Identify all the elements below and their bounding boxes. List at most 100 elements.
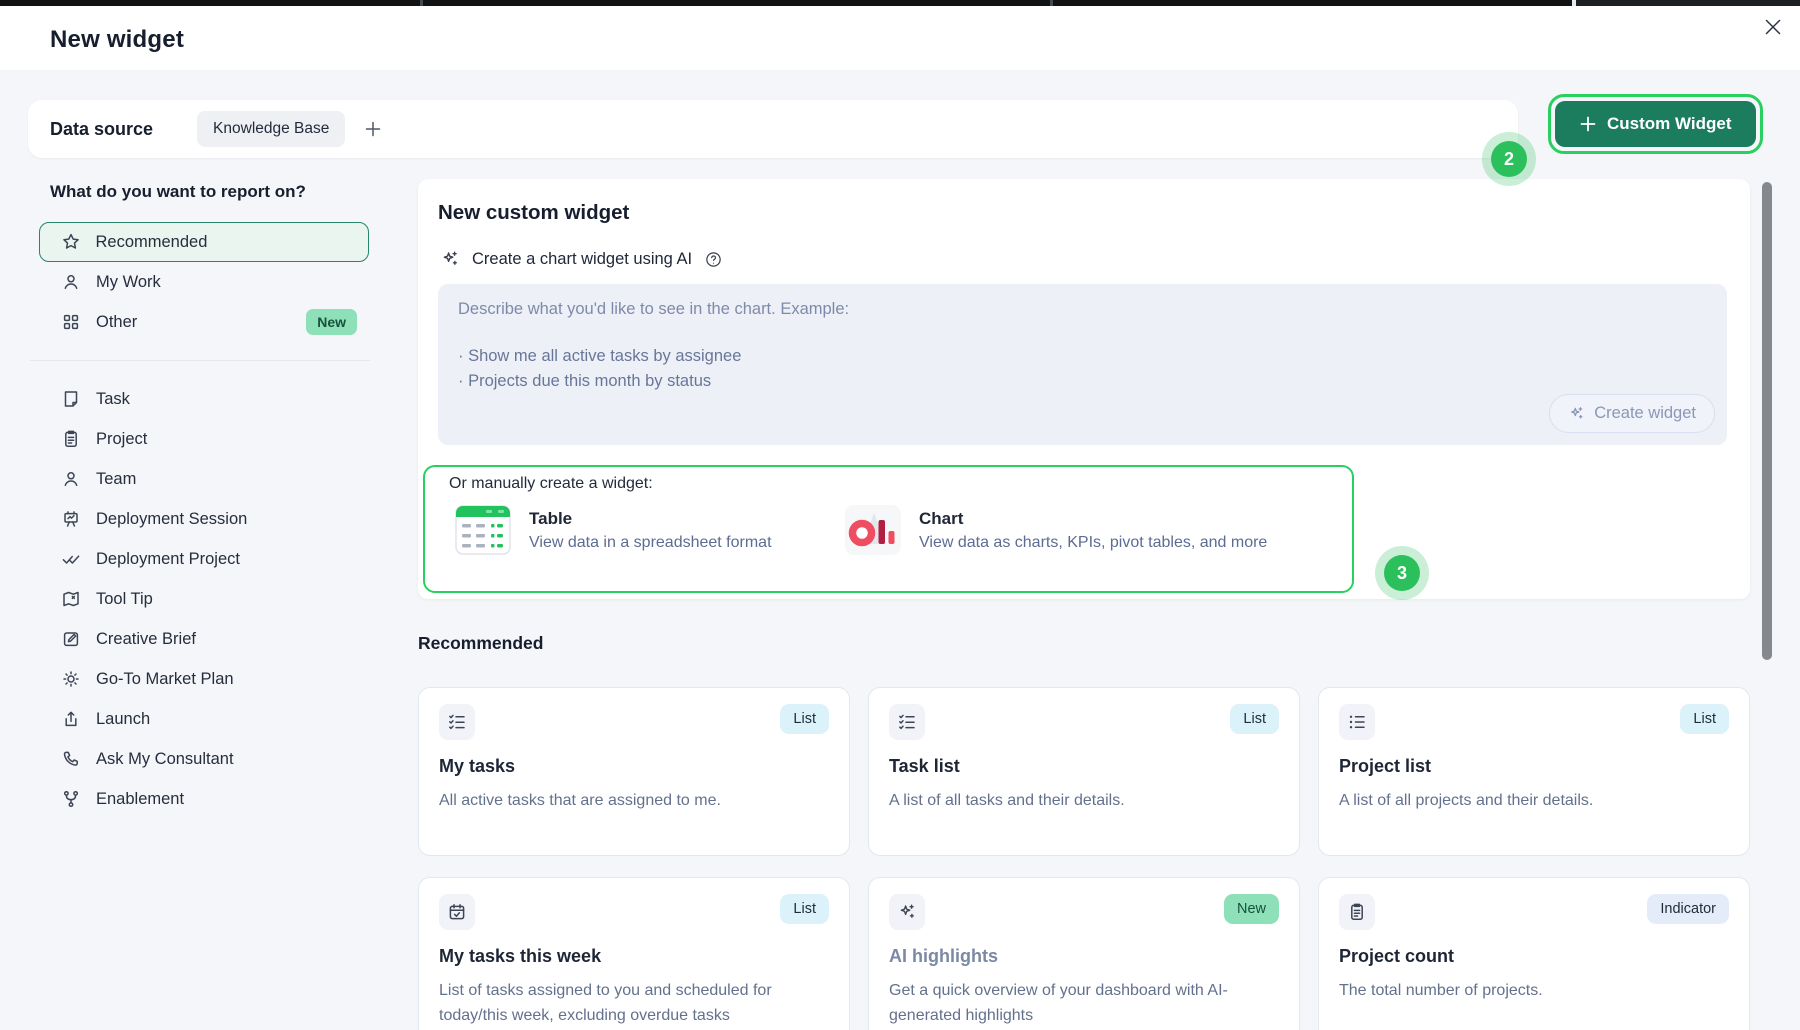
clipboard-icon — [61, 429, 81, 449]
custom-widget-button[interactable]: Custom Widget — [1555, 101, 1756, 147]
annotation-step-badge-3: 3 — [1384, 555, 1420, 591]
sidebar-item-my-work[interactable]: My Work — [39, 262, 369, 302]
table-widget-option[interactable]: Table View data in a spreadsheet format — [455, 505, 772, 555]
sidebar-item-label: Task — [96, 390, 130, 409]
card-title: Project list — [1339, 756, 1729, 777]
sidebar-item-task[interactable]: Task — [39, 379, 369, 419]
new-badge: New — [306, 309, 357, 335]
checklist-icon — [889, 704, 925, 740]
sidebar-item-label: Deployment Session — [96, 510, 247, 529]
sidebar-item-ask-my-consultant[interactable]: Ask My Consultant — [39, 739, 369, 779]
scrollbar-thumb[interactable] — [1762, 182, 1772, 660]
sparkles-icon — [1568, 405, 1585, 422]
sidebar-item-creative-brief[interactable]: Creative Brief — [39, 619, 369, 659]
ai-prompt-examples: · Show me all active tasks by assignee ·… — [458, 344, 1707, 394]
card-title: Project count — [1339, 946, 1729, 967]
sparkles-icon — [440, 249, 460, 269]
help-icon[interactable] — [704, 250, 723, 269]
chart-option-description: View data as charts, KPIs, pivot tables,… — [919, 534, 1267, 552]
sidebar-item-enablement[interactable]: Enablement — [39, 779, 369, 819]
report-type-list: Recommended My Work Other New — [39, 222, 369, 819]
page-title: New widget — [50, 26, 184, 54]
plus-icon[interactable] — [363, 119, 383, 139]
double-check-icon — [61, 549, 81, 569]
card-ai-highlights[interactable]: New AI highlights Get a quick overview o… — [868, 877, 1300, 1030]
card-my-tasks-this-week[interactable]: List My tasks this week List of tasks as… — [418, 877, 850, 1030]
card-title: AI highlights — [889, 946, 1279, 967]
card-title: Task list — [889, 756, 1279, 777]
recommended-heading: Recommended — [418, 633, 543, 654]
bullet-list-icon — [1339, 704, 1375, 740]
sidebar-item-label: Ask My Consultant — [96, 750, 234, 769]
sidebar-item-label: My Work — [96, 273, 161, 292]
sidebar-item-label: Project — [96, 430, 147, 449]
sidebar-item-label: Recommended — [96, 233, 208, 252]
launch-icon — [61, 709, 81, 729]
sun-icon — [61, 669, 81, 689]
sidebar-item-label: Tool Tip — [96, 590, 153, 609]
data-source-label: Data source — [50, 119, 153, 140]
sidebar-item-deployment-session[interactable]: Deployment Session — [39, 499, 369, 539]
ai-prompt-input[interactable]: Describe what you'd like to see in the c… — [438, 284, 1727, 445]
chart-option-title: Chart — [919, 509, 1267, 529]
list-badge: List — [780, 704, 829, 734]
map-icon — [61, 589, 81, 609]
chart-icon — [845, 505, 901, 555]
ai-prompt-placeholder: Describe what you'd like to see in the c… — [458, 300, 1707, 319]
create-widget-button[interactable]: Create widget — [1549, 394, 1715, 433]
card-description: The total number of projects. — [1339, 979, 1699, 1004]
sidebar-item-label: Go-To Market Plan — [96, 670, 234, 689]
sidebar-item-go-to-market-plan[interactable]: Go-To Market Plan — [39, 659, 369, 699]
manual-widget-label: Or manually create a widget: — [449, 475, 653, 493]
card-project-list[interactable]: List Project list A list of all projects… — [1318, 687, 1750, 856]
edit-square-icon — [61, 629, 81, 649]
user-icon — [61, 469, 81, 489]
modal-body: Data source Knowledge Base Custom Widget… — [0, 70, 1800, 1030]
calendar-check-icon — [439, 894, 475, 930]
sidebar-item-recommended[interactable]: Recommended — [39, 222, 369, 262]
sidebar-item-label: Other — [96, 313, 137, 332]
sidebar-item-team[interactable]: Team — [39, 459, 369, 499]
sidebar-divider — [30, 360, 370, 361]
card-description: A list of all tasks and their details. — [889, 789, 1249, 814]
card-description: A list of all projects and their details… — [1339, 789, 1699, 814]
indicator-badge: Indicator — [1647, 894, 1729, 924]
card-description: Get a quick overview of your dashboard w… — [889, 979, 1249, 1029]
sidebar-item-other[interactable]: Other New — [39, 302, 369, 342]
sidebar-item-tool-tip[interactable]: Tool Tip — [39, 579, 369, 619]
card-description: List of tasks assigned to you and schedu… — [439, 979, 799, 1029]
sidebar-item-label: Team — [96, 470, 136, 489]
annotation-step-badge-2: 2 — [1491, 141, 1527, 177]
new-widget-modal: New widget Data source Knowledge Base Cu… — [0, 0, 1800, 1030]
clipboard-icon — [1339, 894, 1375, 930]
network-icon — [61, 789, 81, 809]
sidebar-item-launch[interactable]: Launch — [39, 699, 369, 739]
ai-create-label: Create a chart widget using AI — [472, 250, 692, 269]
source-tab-knowledge-base[interactable]: Knowledge Base — [197, 111, 345, 147]
plus-icon — [1579, 115, 1597, 133]
list-badge: List — [780, 894, 829, 924]
card-description: All active tasks that are assigned to me… — [439, 789, 799, 814]
phone-icon — [61, 749, 81, 769]
ai-create-row: Create a chart widget using AI — [440, 249, 723, 269]
recommended-card-grid: List My tasks All active tasks that are … — [418, 687, 1750, 1030]
sidebar-item-project[interactable]: Project — [39, 419, 369, 459]
sidebar-item-deployment-project[interactable]: Deployment Project — [39, 539, 369, 579]
close-icon[interactable] — [1758, 12, 1788, 42]
manual-widget-annotation-box: Or manually create a widget: Table View … — [423, 465, 1354, 593]
sparkles-icon — [889, 894, 925, 930]
list-badge: List — [1230, 704, 1279, 734]
data-source-bar: Data source Knowledge Base — [28, 100, 1518, 158]
table-icon — [455, 505, 511, 555]
sidebar-item-label: Enablement — [96, 790, 184, 809]
card-title: My tasks — [439, 756, 829, 777]
table-option-description: View data in a spreadsheet format — [529, 534, 772, 552]
new-badge: New — [1224, 894, 1279, 924]
card-my-tasks[interactable]: List My tasks All active tasks that are … — [418, 687, 850, 856]
sidebar-heading: What do you want to report on? — [50, 182, 306, 202]
sidebar-item-label: Creative Brief — [96, 630, 196, 649]
chart-widget-option[interactable]: Chart View data as charts, KPIs, pivot t… — [845, 505, 1267, 555]
card-project-count[interactable]: Indicator Project count The total number… — [1318, 877, 1750, 1030]
card-task-list[interactable]: List Task list A list of all tasks and t… — [868, 687, 1300, 856]
sidebar-item-label: Launch — [96, 710, 150, 729]
